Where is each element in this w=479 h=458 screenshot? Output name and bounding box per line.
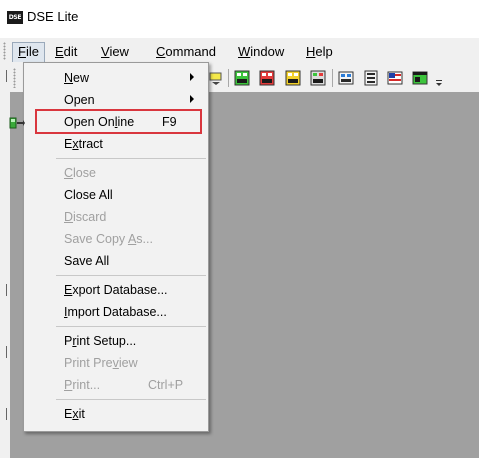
menu-mnemonic: A	[127, 232, 137, 246]
open-online-icon	[9, 117, 25, 129]
submenu-arrow-icon	[190, 95, 194, 103]
menu-separator	[56, 399, 206, 400]
file-menu-item-label: Import Database...	[64, 305, 167, 319]
title-bar[interactable]: DSE DSE Lite	[0, 0, 479, 34]
menu-window-mnemonic: W	[238, 44, 251, 59]
file-menu-item-print-preview: Print Preview	[24, 352, 208, 374]
controller-multi-icon[interactable]	[310, 70, 326, 86]
menu-mnemonic: D	[64, 210, 74, 224]
open-online-highlight-box	[35, 109, 202, 134]
menu-mnemonic: I	[64, 305, 68, 319]
controller-red-icon[interactable]	[259, 70, 275, 86]
file-menu-item-label: Export Database...	[64, 283, 168, 297]
menu-mnemonic: N	[64, 71, 74, 85]
menu-command-mnemonic: C	[156, 44, 166, 59]
menu-window[interactable]: Window	[232, 42, 290, 62]
file-menu-item-print: Print... Ctrl+P	[24, 374, 208, 396]
menu-mnemonic: C	[64, 166, 74, 180]
file-menu-item-save-all[interactable]: Save All	[24, 250, 208, 272]
menu-mnemonic: x	[72, 407, 79, 421]
menu-file[interactable]: File	[12, 42, 45, 62]
dock-tick	[6, 408, 7, 420]
window-title: DSE Lite	[27, 9, 79, 24]
file-menu-item-save-copy-as: Save Copy As...	[24, 228, 208, 250]
menu-view-rest: iew	[109, 44, 129, 59]
menu-file-rest: ile	[25, 44, 39, 59]
menu-mnemonic: r	[72, 334, 77, 348]
toolbar-separator	[332, 69, 333, 87]
menu-mnemonic: v	[112, 356, 119, 370]
file-menu-item-label: New	[64, 70, 89, 86]
menubar-grip[interactable]	[3, 42, 6, 60]
file-menu-item-close: Close	[24, 162, 208, 184]
file-menu-item-extract[interactable]: Extract	[24, 133, 208, 155]
menu-view[interactable]: View	[95, 42, 135, 62]
file-menu-item-label: Exit	[64, 407, 85, 421]
toolbar-separator	[228, 69, 229, 87]
flag-view-icon[interactable]	[387, 70, 403, 86]
app-window: DSE DSE Lite File Edit View Command Wind…	[0, 0, 479, 458]
menu-separator	[56, 275, 206, 276]
file-menu-item-label: Close All	[64, 188, 113, 202]
menu-command-rest: ommand	[165, 44, 216, 59]
menu-mnemonic: E	[64, 283, 73, 297]
file-menu-item-label: Open	[64, 93, 95, 107]
menu-separator	[56, 158, 206, 159]
menu-label-rest: ew	[73, 71, 90, 85]
file-menu-item-new[interactable]: New	[24, 67, 208, 89]
menu-edit-rest: dit	[63, 44, 78, 59]
dock-tick	[6, 346, 7, 358]
menu-bar: File Edit View Command Window Help	[0, 38, 479, 64]
submenu-arrow-icon	[190, 73, 194, 81]
toolbar-grip[interactable]	[13, 68, 16, 88]
menu-mnemonic: x	[72, 137, 79, 151]
menu-mnemonic: P	[64, 378, 73, 392]
file-menu-item-label: Close	[64, 166, 96, 180]
file-menu-item-shortcut: Ctrl+P	[148, 378, 184, 392]
file-menu-item-label: Print...	[64, 378, 101, 392]
menu-command[interactable]: Command	[150, 42, 222, 62]
menu-help-mnemonic: H	[306, 44, 316, 59]
dock-tick	[6, 284, 7, 296]
file-menu-item-close-all[interactable]: Close All	[24, 184, 208, 206]
file-menu-item-open[interactable]: Open	[24, 89, 208, 111]
file-menu-item-label: Extract	[64, 137, 103, 151]
menu-file-mnemonic: F	[18, 44, 26, 59]
menu-help-rest: elp	[315, 44, 333, 59]
file-menu-item-label: Discard	[64, 210, 107, 224]
menu-edit[interactable]: Edit	[49, 42, 83, 62]
toolbar-overflow-icon[interactable]	[435, 79, 443, 87]
file-menu-item-print-setup[interactable]: Print Setup...	[24, 330, 208, 352]
file-menu-item-export-database[interactable]: Export Database...	[24, 279, 208, 301]
menu-edit-mnemonic: E	[55, 44, 64, 59]
list-view-icon[interactable]	[363, 70, 379, 86]
menu-help[interactable]: Help	[300, 42, 339, 62]
file-menu-item-label: Print Preview	[64, 356, 138, 370]
file-menu-item-import-database[interactable]: Import Database...	[24, 301, 208, 323]
dock-tick	[6, 70, 7, 82]
file-menu-item-discard: Discard	[24, 206, 208, 228]
module-view-icon[interactable]	[338, 70, 354, 86]
app-logo-icon: DSE	[7, 11, 23, 24]
file-menu-item-label: Save All	[64, 254, 110, 268]
controller-green-icon[interactable]	[234, 70, 250, 86]
menu-window-rest: indow	[250, 44, 285, 59]
file-menu-item-label: Print Setup...	[64, 334, 137, 348]
file-menu-item-label: Save Copy As...	[64, 232, 153, 246]
file-menu-item-exit[interactable]: Exit	[24, 403, 208, 425]
window-view-icon[interactable]	[412, 70, 428, 86]
menu-separator	[56, 326, 206, 327]
controller-yellow-icon[interactable]	[285, 70, 301, 86]
edit-tool-icon[interactable]	[208, 70, 224, 86]
